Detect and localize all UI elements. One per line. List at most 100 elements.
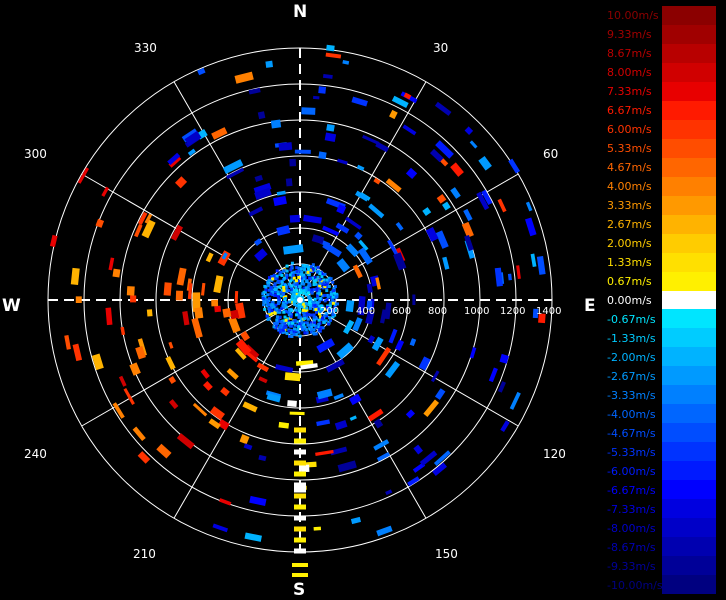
velocity-echo bbox=[405, 409, 416, 419]
velocity-echo bbox=[72, 343, 83, 362]
legend-label: 8.00m/s bbox=[607, 66, 652, 80]
center-echo bbox=[282, 269, 286, 273]
legend-label: -3.33m/s bbox=[607, 388, 656, 402]
bearing-label-300: 300 bbox=[24, 147, 47, 161]
velocity-echo bbox=[275, 364, 294, 373]
center-echo bbox=[271, 277, 275, 281]
legend-label: 5.33m/s bbox=[607, 142, 652, 156]
velocity-echo bbox=[402, 124, 417, 136]
velocity-echo bbox=[352, 264, 363, 279]
center-echo bbox=[267, 317, 271, 321]
center-echo bbox=[277, 297, 281, 301]
velocity-echo bbox=[101, 186, 110, 197]
velocity-echo bbox=[395, 222, 404, 231]
center-echo bbox=[322, 320, 326, 324]
bearing-label-60: 60 bbox=[543, 147, 559, 161]
center-echo bbox=[285, 264, 289, 268]
center-echo bbox=[288, 324, 292, 328]
velocity-echo bbox=[278, 421, 290, 429]
center-echo bbox=[273, 311, 277, 315]
velocity-echo bbox=[336, 258, 351, 273]
center-echo bbox=[280, 273, 284, 277]
center-echo bbox=[279, 284, 283, 288]
range-labels: 200 400 600 800 1000 1200 1400 bbox=[320, 306, 561, 317]
center-echo bbox=[317, 322, 321, 326]
velocity-echo bbox=[318, 151, 327, 160]
center-echo bbox=[275, 321, 279, 325]
center-echo bbox=[282, 310, 286, 314]
velocity-echo bbox=[249, 495, 267, 506]
velocity-echo bbox=[508, 158, 521, 174]
center-echo bbox=[317, 318, 321, 322]
radial-velocity-radar: 200 400 600 800 1000 1200 1400 bbox=[47, 44, 561, 577]
center-echo bbox=[320, 275, 324, 279]
center-echo bbox=[312, 318, 316, 322]
velocity-echo bbox=[294, 438, 306, 444]
bearing-label-150: 150 bbox=[435, 547, 458, 561]
center-echo bbox=[321, 282, 325, 286]
velocity-echo bbox=[345, 216, 362, 230]
center-echo bbox=[306, 323, 310, 327]
legend-swatch bbox=[662, 290, 716, 310]
center-echo bbox=[282, 286, 286, 290]
velocity-echo bbox=[214, 305, 222, 313]
velocity-echo bbox=[120, 326, 126, 336]
velocity-echo bbox=[208, 418, 221, 430]
center-echo bbox=[302, 289, 306, 293]
center-echo bbox=[279, 324, 283, 328]
velocity-echo bbox=[434, 101, 452, 116]
center-echo bbox=[311, 263, 315, 267]
velocity-echo bbox=[315, 449, 334, 457]
center-echo bbox=[309, 277, 313, 281]
velocity-echo bbox=[352, 317, 363, 332]
velocity-echo bbox=[165, 356, 176, 370]
center-echo bbox=[328, 318, 332, 322]
center-echo bbox=[303, 331, 307, 335]
velocity-echo bbox=[211, 299, 219, 307]
center-echo bbox=[287, 321, 291, 325]
center-echo bbox=[306, 291, 310, 295]
velocity-echo bbox=[212, 523, 229, 533]
legend-swatch bbox=[662, 442, 716, 462]
velocity-echo bbox=[278, 142, 293, 151]
center-echo bbox=[329, 292, 333, 296]
velocity-color-legend: 10.00m/s 9.33m/s 8.67m/s 8.00m/s 7.33m/s 6.67… bbox=[600, 6, 726, 595]
center-echo bbox=[312, 288, 316, 292]
center-echo bbox=[266, 303, 270, 307]
legend-swatch bbox=[662, 214, 716, 235]
legend-swatch bbox=[662, 347, 716, 367]
velocity-echo bbox=[324, 132, 337, 142]
velocity-echo bbox=[254, 174, 264, 182]
legend-label: -1.33m/s bbox=[607, 331, 656, 345]
legend-swatch bbox=[662, 461, 716, 481]
legend-label: 0.00m/s bbox=[607, 294, 652, 307]
legend-label: -0.67m/s bbox=[607, 312, 656, 326]
velocity-echo bbox=[270, 119, 282, 129]
velocity-echo bbox=[509, 391, 521, 410]
legend-label: 6.67m/s bbox=[607, 104, 652, 118]
velocity-echo bbox=[257, 111, 266, 120]
velocity-echo bbox=[387, 239, 398, 255]
center-echo bbox=[280, 280, 284, 284]
velocity-echo bbox=[175, 290, 184, 301]
velocity-echo bbox=[273, 195, 287, 207]
velocity-echo bbox=[265, 60, 274, 68]
legend-label: 2.00m/s bbox=[607, 237, 652, 251]
legend-label: 6.00m/s bbox=[607, 123, 652, 137]
range-label: 200 bbox=[320, 306, 339, 317]
velocity-echo bbox=[176, 433, 195, 450]
radar-site-marker bbox=[297, 297, 303, 303]
center-echo bbox=[317, 291, 321, 295]
velocity-echo bbox=[322, 74, 333, 79]
velocity-echo bbox=[213, 275, 224, 294]
center-echo bbox=[275, 307, 279, 311]
velocity-echo bbox=[219, 498, 232, 506]
center-echo bbox=[308, 297, 312, 301]
velocity-echo bbox=[228, 316, 241, 334]
velocity-echo bbox=[311, 234, 325, 245]
legend-label: -5.33m/s bbox=[607, 445, 656, 459]
legend-label: 10.00m/s bbox=[607, 9, 659, 23]
velocity-echo bbox=[108, 257, 115, 271]
velocity-echo bbox=[146, 309, 153, 317]
velocity-echo bbox=[258, 376, 268, 384]
